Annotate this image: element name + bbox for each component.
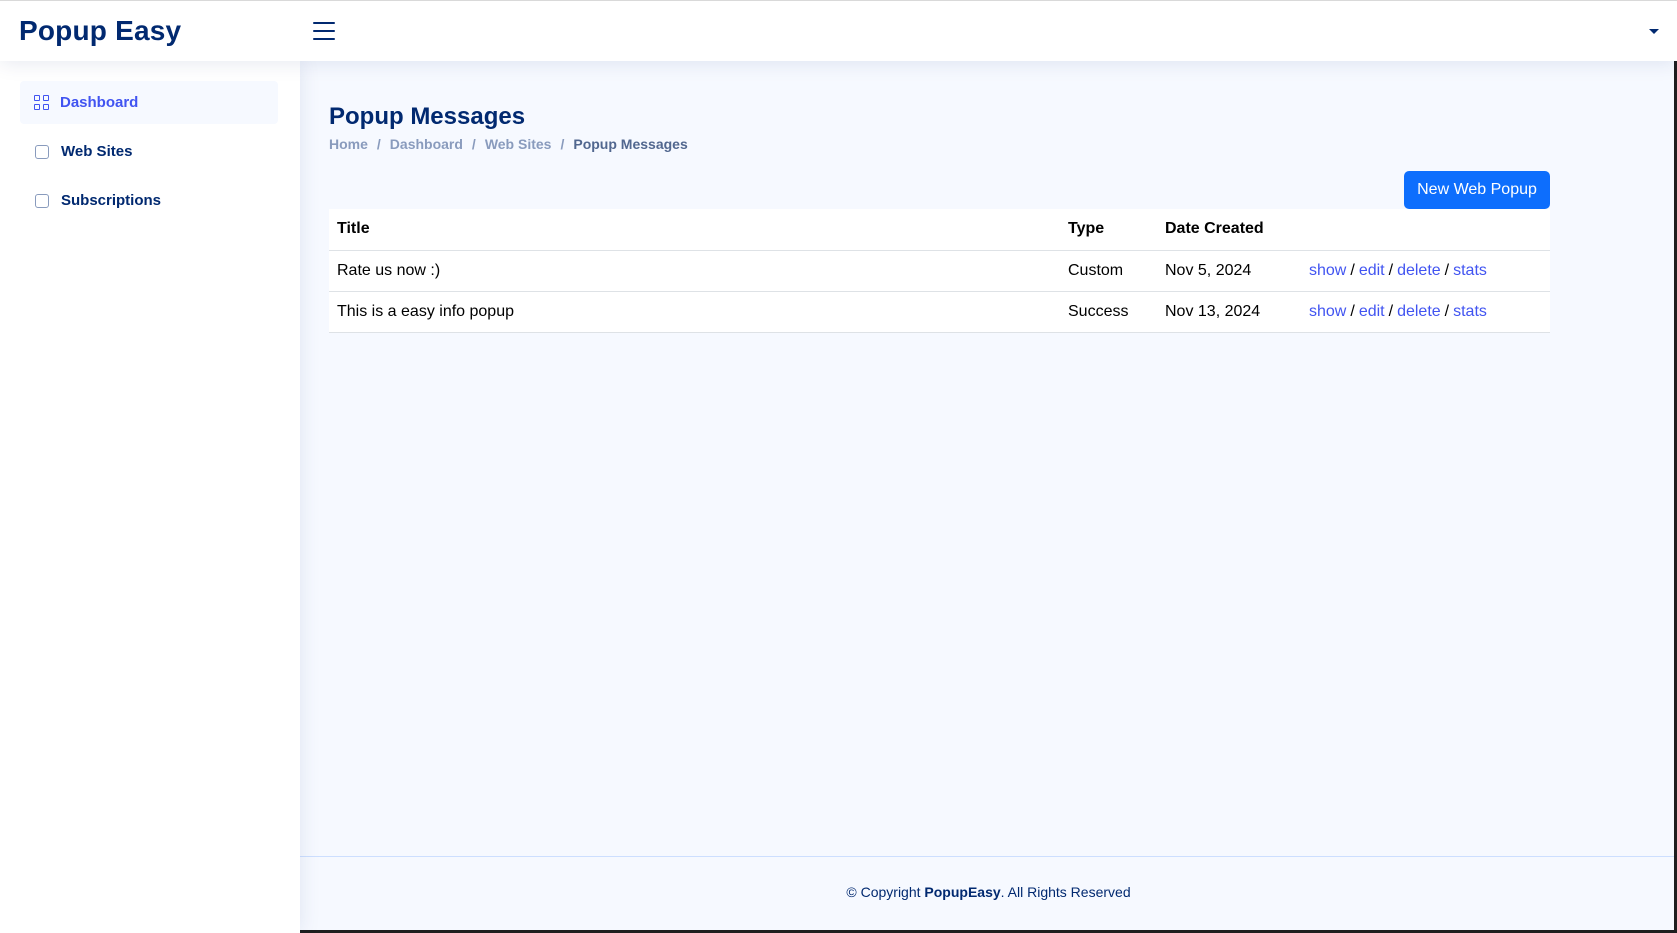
sidebar-item-dashboard[interactable]: Dashboard <box>20 81 278 124</box>
app-logo[interactable]: Popup Easy <box>19 15 181 47</box>
breadcrumb-separator: / <box>376 136 381 152</box>
sidebar-item-subscriptions[interactable]: Subscriptions <box>20 179 278 222</box>
column-header-type: Type <box>1060 209 1157 251</box>
row-title: Rate us now :) <box>329 250 1060 292</box>
footer-brand: PopupEasy <box>924 884 1001 900</box>
square-icon <box>35 144 49 159</box>
table-row: This is a easy info popup Success Nov 13… <box>329 291 1550 333</box>
column-header-actions <box>1301 209 1550 251</box>
breadcrumb-home-link[interactable]: Home <box>329 136 368 152</box>
sidebar-item-web-sites[interactable]: Web Sites <box>20 130 278 173</box>
row-actions: show / edit / delete / stats <box>1301 250 1550 292</box>
footer: © Copyright PopupEasy. All Rights Reserv… <box>300 856 1677 933</box>
new-web-popup-button[interactable]: New Web Popup <box>1404 171 1550 209</box>
show-link[interactable]: show <box>1309 262 1346 279</box>
row-type: Success <box>1060 291 1157 333</box>
action-separator: / <box>1388 261 1394 279</box>
app-window: Popup Easy Dashboard Web Sites Subscript… <box>0 0 1677 933</box>
action-separator: / <box>1350 302 1355 320</box>
stats-link[interactable]: stats <box>1453 303 1487 320</box>
delete-link[interactable]: delete <box>1397 262 1441 279</box>
edit-link[interactable]: edit <box>1359 262 1385 279</box>
action-separator: / <box>1388 302 1394 320</box>
footer-copyright-prefix: © Copyright <box>846 884 925 900</box>
square-icon <box>35 193 49 208</box>
action-separator: / <box>1444 261 1450 279</box>
sidebar-item-label: Subscriptions <box>61 192 162 209</box>
row-date: Nov 13, 2024 <box>1157 291 1301 333</box>
breadcrumb-separator: / <box>560 136 565 152</box>
row-title: This is a easy info popup <box>329 291 1060 333</box>
breadcrumb-dashboard-link[interactable]: Dashboard <box>390 136 463 152</box>
main-content: Popup Messages Home / Dashboard / Web Si… <box>300 61 1677 933</box>
grid-icon <box>34 94 50 111</box>
column-header-title: Title <box>329 209 1060 251</box>
action-separator: / <box>1350 261 1355 279</box>
row-type: Custom <box>1060 250 1157 292</box>
profile-dropdown-caret-icon[interactable] <box>1646 23 1662 39</box>
delete-link[interactable]: delete <box>1397 303 1441 320</box>
row-date: Nov 5, 2024 <box>1157 250 1301 292</box>
stats-link[interactable]: stats <box>1453 262 1487 279</box>
sidebar-item-label: Web Sites <box>61 143 133 160</box>
breadcrumb-web-sites-link[interactable]: Web Sites <box>485 136 552 152</box>
breadcrumb-current: Popup Messages <box>573 136 688 152</box>
show-link[interactable]: show <box>1309 303 1346 320</box>
table-row: Rate us now :) Custom Nov 5, 2024 show / e… <box>329 250 1550 292</box>
sidebar-item-label: Dashboard <box>60 94 139 111</box>
footer-copyright-suffix: . All Rights Reserved <box>1000 884 1131 900</box>
top-header: Popup Easy <box>0 0 1677 61</box>
popup-messages-table: Title Type Date Created Rate us now :) C… <box>329 209 1550 333</box>
row-actions: show / edit / delete / stats <box>1301 291 1550 333</box>
table-header-row: Title Type Date Created <box>329 209 1550 251</box>
column-header-date-created: Date Created <box>1157 209 1301 251</box>
edit-link[interactable]: edit <box>1359 303 1385 320</box>
page-title: Popup Messages <box>329 103 526 130</box>
hamburger-menu-icon[interactable] <box>312 20 336 42</box>
sidebar: Dashboard Web Sites Subscriptions <box>0 61 300 933</box>
breadcrumb-separator: / <box>471 136 476 152</box>
action-separator: / <box>1444 302 1450 320</box>
breadcrumb: Home / Dashboard / Web Sites / Popup Mes… <box>329 136 688 152</box>
